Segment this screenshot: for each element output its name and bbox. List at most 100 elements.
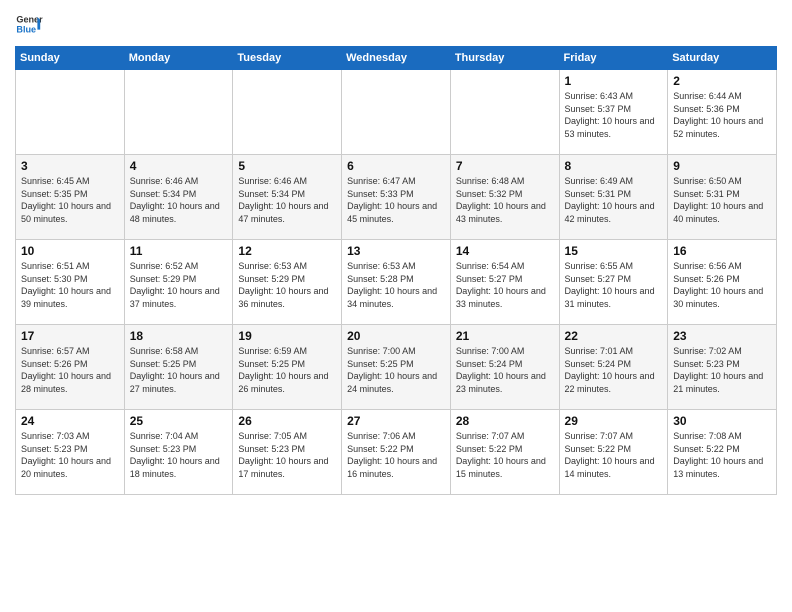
day-number: 21	[456, 329, 554, 343]
day-number: 14	[456, 244, 554, 258]
day-number: 28	[456, 414, 554, 428]
day-info: Sunrise: 6:56 AM Sunset: 5:26 PM Dayligh…	[673, 260, 771, 310]
day-number: 29	[565, 414, 663, 428]
header: General Blue	[15, 10, 777, 38]
day-info: Sunrise: 6:57 AM Sunset: 5:26 PM Dayligh…	[21, 345, 119, 395]
day-number: 19	[238, 329, 336, 343]
day-number: 30	[673, 414, 771, 428]
weekday-header-monday: Monday	[124, 47, 233, 70]
day-info: Sunrise: 7:00 AM Sunset: 5:25 PM Dayligh…	[347, 345, 445, 395]
day-info: Sunrise: 6:53 AM Sunset: 5:28 PM Dayligh…	[347, 260, 445, 310]
day-cell: 7 Sunrise: 6:48 AM Sunset: 5:32 PM Daylig…	[450, 155, 559, 240]
day-info: Sunrise: 6:46 AM Sunset: 5:34 PM Dayligh…	[130, 175, 228, 225]
day-info: Sunrise: 7:04 AM Sunset: 5:23 PM Dayligh…	[130, 430, 228, 480]
day-cell: 1 Sunrise: 6:43 AM Sunset: 5:37 PM Daylig…	[559, 70, 668, 155]
weekday-header-saturday: Saturday	[668, 47, 777, 70]
weekday-header-wednesday: Wednesday	[342, 47, 451, 70]
day-cell: 10 Sunrise: 6:51 AM Sunset: 5:30 PM Dayli…	[16, 240, 125, 325]
day-number: 11	[130, 244, 228, 258]
day-number: 7	[456, 159, 554, 173]
day-cell: 29 Sunrise: 7:07 AM Sunset: 5:22 PM Dayli…	[559, 410, 668, 495]
day-number: 25	[130, 414, 228, 428]
day-cell: 5Sunrise: 6:46 AM Sunset: 5:34 PM Daylig…	[233, 155, 342, 240]
day-info: Sunrise: 7:02 AM Sunset: 5:23 PM Dayligh…	[673, 345, 771, 395]
day-number: 27	[347, 414, 445, 428]
day-number: 17	[21, 329, 119, 343]
logo: General Blue	[15, 10, 47, 38]
day-cell: 26Sunrise: 7:05 AM Sunset: 5:23 PM Dayli…	[233, 410, 342, 495]
day-cell: 17 Sunrise: 6:57 AM Sunset: 5:26 PM Dayli…	[16, 325, 125, 410]
day-cell: 2 Sunrise: 6:44 AM Sunset: 5:36 PM Daylig…	[668, 70, 777, 155]
calendar-table: SundayMondayTuesdayWednesdayThursdayFrid…	[15, 46, 777, 495]
day-info: Sunrise: 7:03 AM Sunset: 5:23 PM Dayligh…	[21, 430, 119, 480]
day-info: Sunrise: 6:59 AM Sunset: 5:25 PM Dayligh…	[238, 345, 336, 395]
weekday-header-friday: Friday	[559, 47, 668, 70]
day-cell	[124, 70, 233, 155]
day-cell: 20 Sunrise: 7:00 AM Sunset: 5:25 PM Dayli…	[342, 325, 451, 410]
day-info: Sunrise: 7:07 AM Sunset: 5:22 PM Dayligh…	[456, 430, 554, 480]
day-info: Sunrise: 6:44 AM Sunset: 5:36 PM Dayligh…	[673, 90, 771, 140]
day-number: 5	[238, 159, 336, 173]
day-cell: 3Sunrise: 6:45 AM Sunset: 5:35 PM Daylig…	[16, 155, 125, 240]
day-cell: 18 Sunrise: 6:58 AM Sunset: 5:25 PM Dayli…	[124, 325, 233, 410]
day-number: 8	[565, 159, 663, 173]
day-cell: 27 Sunrise: 7:06 AM Sunset: 5:22 PM Dayli…	[342, 410, 451, 495]
day-number: 22	[565, 329, 663, 343]
day-cell: 25 Sunrise: 7:04 AM Sunset: 5:23 PM Dayli…	[124, 410, 233, 495]
svg-text:Blue: Blue	[16, 24, 36, 34]
day-cell: 14Sunrise: 6:54 AM Sunset: 5:27 PM Dayli…	[450, 240, 559, 325]
day-cell	[233, 70, 342, 155]
day-info: Sunrise: 6:53 AM Sunset: 5:29 PM Dayligh…	[238, 260, 336, 310]
weekday-header-tuesday: Tuesday	[233, 47, 342, 70]
day-number: 9	[673, 159, 771, 173]
day-info: Sunrise: 7:07 AM Sunset: 5:22 PM Dayligh…	[565, 430, 663, 480]
day-number: 1	[565, 74, 663, 88]
day-cell: 15Sunrise: 6:55 AM Sunset: 5:27 PM Dayli…	[559, 240, 668, 325]
day-cell	[342, 70, 451, 155]
day-info: Sunrise: 6:49 AM Sunset: 5:31 PM Dayligh…	[565, 175, 663, 225]
day-info: Sunrise: 6:50 AM Sunset: 5:31 PM Dayligh…	[673, 175, 771, 225]
day-info: Sunrise: 6:43 AM Sunset: 5:37 PM Dayligh…	[565, 90, 663, 140]
day-info: Sunrise: 7:05 AM Sunset: 5:23 PM Dayligh…	[238, 430, 336, 480]
day-cell: 22 Sunrise: 7:01 AM Sunset: 5:24 PM Dayli…	[559, 325, 668, 410]
week-row-3: 10 Sunrise: 6:51 AM Sunset: 5:30 PM Dayli…	[16, 240, 777, 325]
day-cell: 9 Sunrise: 6:50 AM Sunset: 5:31 PM Daylig…	[668, 155, 777, 240]
day-number: 13	[347, 244, 445, 258]
day-info: Sunrise: 6:52 AM Sunset: 5:29 PM Dayligh…	[130, 260, 228, 310]
week-row-4: 17 Sunrise: 6:57 AM Sunset: 5:26 PM Dayli…	[16, 325, 777, 410]
day-info: Sunrise: 6:58 AM Sunset: 5:25 PM Dayligh…	[130, 345, 228, 395]
day-cell: 11 Sunrise: 6:52 AM Sunset: 5:29 PM Dayli…	[124, 240, 233, 325]
day-cell: 21 Sunrise: 7:00 AM Sunset: 5:24 PM Dayli…	[450, 325, 559, 410]
day-info: Sunrise: 7:00 AM Sunset: 5:24 PM Dayligh…	[456, 345, 554, 395]
day-cell: 30 Sunrise: 7:08 AM Sunset: 5:22 PM Dayli…	[668, 410, 777, 495]
day-cell: 28 Sunrise: 7:07 AM Sunset: 5:22 PM Dayli…	[450, 410, 559, 495]
day-info: Sunrise: 6:48 AM Sunset: 5:32 PM Dayligh…	[456, 175, 554, 225]
day-number: 4	[130, 159, 228, 173]
day-number: 20	[347, 329, 445, 343]
day-number: 10	[21, 244, 119, 258]
week-row-2: 3Sunrise: 6:45 AM Sunset: 5:35 PM Daylig…	[16, 155, 777, 240]
day-number: 23	[673, 329, 771, 343]
week-row-5: 24Sunrise: 7:03 AM Sunset: 5:23 PM Dayli…	[16, 410, 777, 495]
day-info: Sunrise: 6:55 AM Sunset: 5:27 PM Dayligh…	[565, 260, 663, 310]
day-cell: 23 Sunrise: 7:02 AM Sunset: 5:23 PM Dayli…	[668, 325, 777, 410]
day-number: 2	[673, 74, 771, 88]
day-info: Sunrise: 7:06 AM Sunset: 5:22 PM Dayligh…	[347, 430, 445, 480]
day-cell: 8 Sunrise: 6:49 AM Sunset: 5:31 PM Daylig…	[559, 155, 668, 240]
weekday-header-sunday: Sunday	[16, 47, 125, 70]
weekday-header-row: SundayMondayTuesdayWednesdayThursdayFrid…	[16, 47, 777, 70]
day-cell: 19 Sunrise: 6:59 AM Sunset: 5:25 PM Dayli…	[233, 325, 342, 410]
day-info: Sunrise: 6:47 AM Sunset: 5:33 PM Dayligh…	[347, 175, 445, 225]
day-cell: 13 Sunrise: 6:53 AM Sunset: 5:28 PM Dayli…	[342, 240, 451, 325]
day-cell: 12 Sunrise: 6:53 AM Sunset: 5:29 PM Dayli…	[233, 240, 342, 325]
calendar-page: General Blue SundayMondayTuesdayWednesda…	[0, 0, 792, 612]
day-number: 16	[673, 244, 771, 258]
day-info: Sunrise: 6:51 AM Sunset: 5:30 PM Dayligh…	[21, 260, 119, 310]
day-info: Sunrise: 7:01 AM Sunset: 5:24 PM Dayligh…	[565, 345, 663, 395]
day-info: Sunrise: 7:08 AM Sunset: 5:22 PM Dayligh…	[673, 430, 771, 480]
week-row-1: 1 Sunrise: 6:43 AM Sunset: 5:37 PM Daylig…	[16, 70, 777, 155]
day-number: 18	[130, 329, 228, 343]
day-number: 12	[238, 244, 336, 258]
day-cell: 6Sunrise: 6:47 AM Sunset: 5:33 PM Daylig…	[342, 155, 451, 240]
day-cell	[450, 70, 559, 155]
